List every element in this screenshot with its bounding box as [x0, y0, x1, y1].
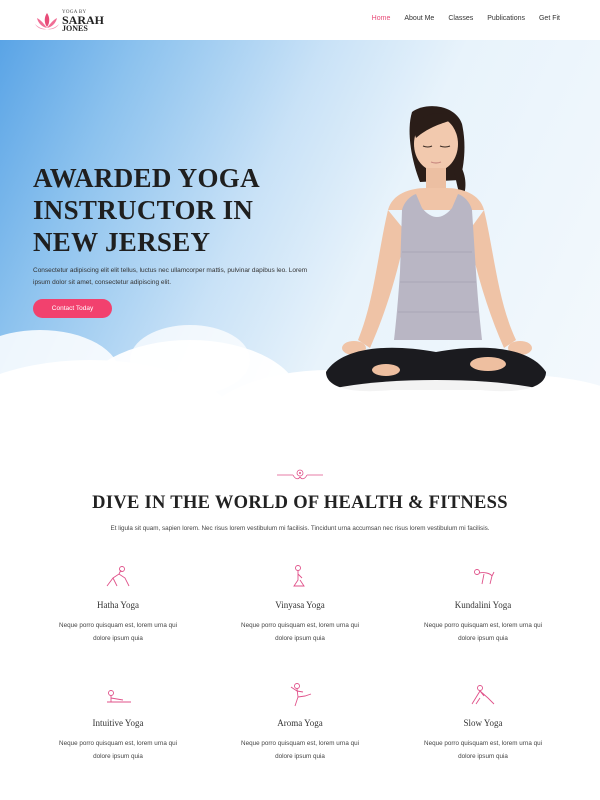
ornament-divider-icon: [277, 469, 323, 480]
hero-description: Consectetur adipiscing elit elit tellus,…: [33, 267, 308, 286]
hero-cloud: [130, 325, 250, 395]
class-card-hatha-yoga[interactable]: Hatha Yoga Neque porro quisquam est, lor…: [28, 564, 208, 645]
nav-get-fit[interactable]: Get Fit: [539, 15, 560, 22]
class-card-vinyasa-yoga[interactable]: Vinyasa Yoga Neque porro quisquam est, l…: [210, 564, 390, 645]
card-title: Intuitive Yoga: [92, 718, 144, 728]
yoga-pose-icon: [471, 685, 495, 705]
yoga-pose-icon: [290, 683, 312, 707]
card-title: Hatha Yoga: [97, 600, 139, 610]
card-text: Neque porro quisquam est, lorem urna qui…: [241, 740, 359, 760]
meditating-woman-image: [320, 106, 552, 402]
contact-today-button[interactable]: Contact Today: [33, 299, 112, 318]
card-text: Neque porro quisquam est, lorem urna qui…: [59, 622, 177, 642]
yoga-pose-icon: [107, 690, 131, 703]
card-text: Neque porro quisquam est, lorem urna qui…: [424, 740, 542, 760]
site-logo[interactable]: YOGA BY SARAH JONES: [34, 8, 114, 34]
class-card-slow-yoga[interactable]: Slow Yoga Neque porro quisquam est, lore…: [393, 682, 573, 763]
nav-publications[interactable]: Publications: [487, 15, 525, 22]
card-text: Neque porro quisquam est, lorem urna qui…: [59, 740, 177, 760]
lotus-logo-icon: [35, 13, 59, 30]
hero-title: AWARDED YOGA INSTRUCTOR IN NEW JERSEY: [33, 163, 259, 257]
card-title: Kundalini Yoga: [454, 600, 512, 610]
card-title: Slow Yoga: [463, 718, 503, 728]
site-header: YOGA BY SARAH JONES Home About Me Classe…: [0, 0, 600, 40]
class-card-aroma-yoga[interactable]: Aroma Yoga Neque porro quisquam est, lor…: [210, 682, 390, 763]
card-text: Neque porro quisquam est, lorem urna qui…: [424, 622, 542, 642]
section-title: DIVE IN THE WORLD OF HEALTH & FITNESS: [92, 493, 508, 513]
hero-section: AWARDED YOGA INSTRUCTOR IN NEW JERSEY Co…: [0, 40, 600, 430]
logo-name-line1: SARAH: [62, 12, 105, 27]
yoga-pose-icon: [293, 565, 305, 587]
class-card-intuitive-yoga[interactable]: Intuitive Yoga Neque porro quisquam est,…: [28, 682, 208, 763]
nav-home[interactable]: Home: [372, 15, 391, 22]
yoga-pose-icon: [106, 566, 130, 587]
class-card-kundalini-yoga[interactable]: Kundalini Yoga Neque porro quisquam est,…: [393, 564, 573, 645]
section-subtitle: Et ligula sit quam, sapien lorem. Nec ri…: [110, 525, 490, 532]
card-title: Aroma Yoga: [277, 718, 323, 728]
card-text: Neque porro quisquam est, lorem urna qui…: [241, 622, 359, 642]
nav-about-me[interactable]: About Me: [404, 15, 434, 22]
main-nav: Home About Me Classes Publications Get F…: [358, 15, 560, 22]
yoga-pose-icon: [474, 569, 495, 585]
nav-classes[interactable]: Classes: [448, 15, 473, 22]
card-title: Vinyasa Yoga: [275, 600, 325, 610]
